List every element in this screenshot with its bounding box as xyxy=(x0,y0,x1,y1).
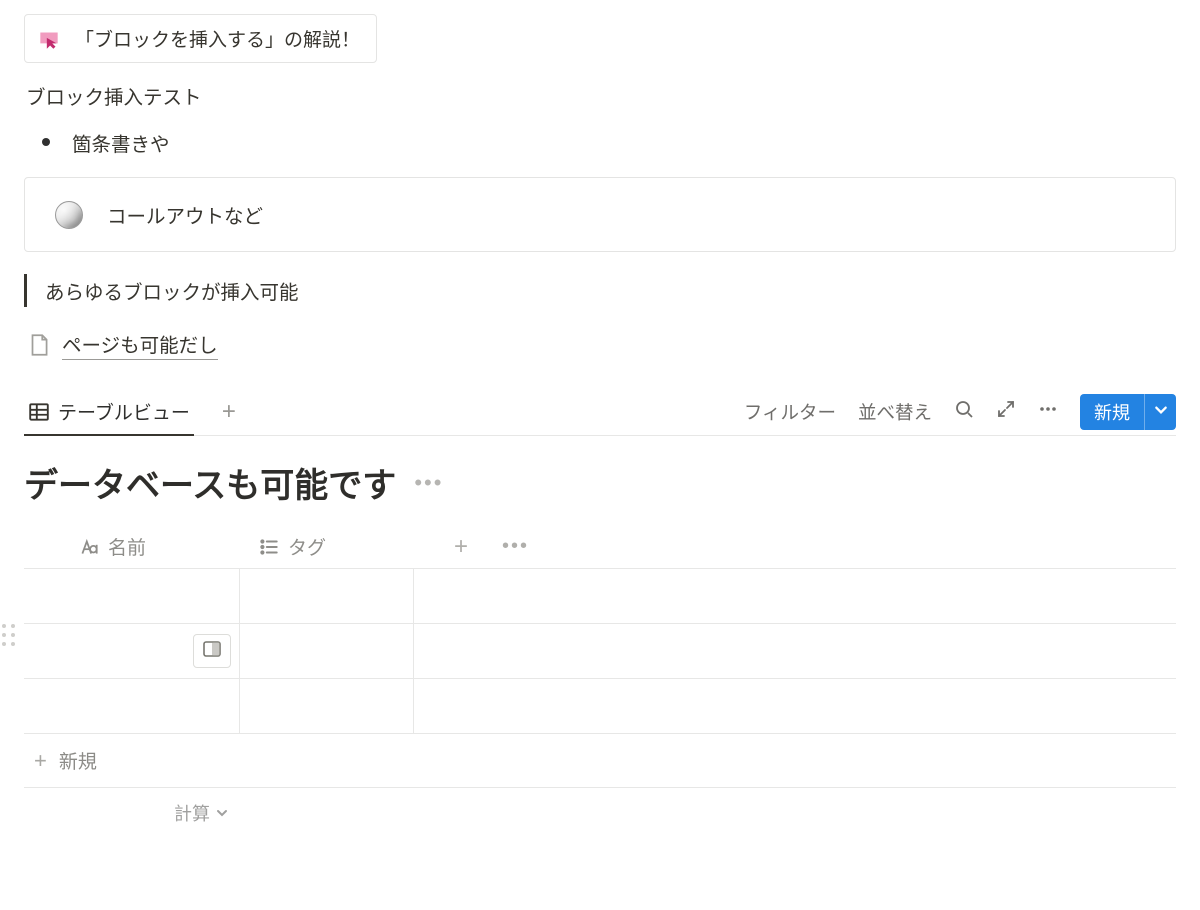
column-header-name[interactable]: 名前 xyxy=(24,533,240,560)
callout-block[interactable]: コールアウトなど xyxy=(24,177,1176,252)
search-icon xyxy=(954,399,974,424)
cell-tag[interactable] xyxy=(240,679,414,733)
paragraph[interactable]: ブロック挿入テスト xyxy=(26,81,1176,110)
tab-label: テーブルビュー xyxy=(58,398,190,425)
search-button[interactable] xyxy=(954,399,974,424)
column-header-tag[interactable]: タグ xyxy=(240,533,414,560)
more-icon xyxy=(1038,399,1058,424)
more-button[interactable] xyxy=(1038,399,1058,424)
cell-rest xyxy=(414,624,1176,678)
table-row[interactable] xyxy=(24,569,1176,624)
cell-rest xyxy=(414,569,1176,623)
cell-tag[interactable] xyxy=(240,624,414,678)
new-button-dropdown[interactable] xyxy=(1144,394,1176,430)
table-calc-row: 計算 xyxy=(24,788,1176,838)
page-link-block[interactable]: 「ブロックを挿入する」の解説！ xyxy=(24,14,377,63)
table-row[interactable] xyxy=(24,624,1176,679)
cell-tag[interactable] xyxy=(240,569,414,623)
multiselect-property-icon xyxy=(258,536,280,558)
plus-icon: + xyxy=(34,750,47,772)
expand-icon xyxy=(996,399,1016,424)
expand-button[interactable] xyxy=(996,399,1016,424)
quote-block[interactable]: あらゆるブロックが挿入可能 xyxy=(24,274,1176,307)
document-icon xyxy=(26,332,52,358)
open-side-peek-button[interactable] xyxy=(193,634,231,668)
database-title[interactable]: データベースも可能です xyxy=(24,458,396,507)
calc-cell[interactable]: 計算 xyxy=(24,800,240,826)
filter-button[interactable]: フィルター xyxy=(744,399,836,425)
column-tag-label: タグ xyxy=(288,533,326,560)
page-link-text: 「ブロックを挿入する」の解説！ xyxy=(75,25,360,52)
bullet-item[interactable]: 箇条書きや xyxy=(42,128,1176,157)
calc-label: 計算 xyxy=(174,800,210,826)
table-icon xyxy=(28,401,50,423)
chevron-down-icon xyxy=(216,803,228,824)
database-title-row: データベースも可能です ••• xyxy=(24,458,1176,507)
add-row-button[interactable]: + 新規 xyxy=(24,734,1176,788)
chevron-down-icon xyxy=(1154,401,1168,422)
cursor-click-icon xyxy=(35,28,63,50)
subpage-text: ページも可能だし xyxy=(62,329,218,360)
sort-button[interactable]: 並べ替え xyxy=(858,399,932,425)
new-button[interactable]: 新規 xyxy=(1080,394,1176,430)
add-view-button[interactable]: + xyxy=(216,400,242,424)
cell-name[interactable] xyxy=(24,624,240,678)
table-row[interactable] xyxy=(24,679,1176,734)
side-peek-icon xyxy=(202,640,222,663)
bullet-text: 箇条書きや xyxy=(72,128,170,157)
add-row-label: 新規 xyxy=(59,747,97,774)
database-views-bar: テーブルビュー + フィルター 並べ替え 新規 xyxy=(24,388,1176,436)
columns-more-button[interactable]: ••• xyxy=(502,535,529,558)
cell-name[interactable] xyxy=(24,679,240,733)
column-name-label: 名前 xyxy=(108,533,146,560)
cell-name[interactable] xyxy=(24,569,240,623)
title-property-icon xyxy=(78,536,100,558)
bullet-dot-icon xyxy=(42,138,50,146)
add-column-button[interactable]: + xyxy=(454,535,468,559)
table-header-row: 名前 タグ + ••• xyxy=(24,525,1176,569)
subpage-link[interactable]: ページも可能だし xyxy=(26,329,1176,360)
callout-text: コールアウトなど xyxy=(107,200,263,229)
new-button-label: 新規 xyxy=(1080,394,1144,430)
drag-handle-icon[interactable] xyxy=(2,624,16,648)
cell-rest xyxy=(414,679,1176,733)
callout-emoji-icon[interactable] xyxy=(55,201,83,229)
tab-table-view[interactable]: テーブルビュー xyxy=(24,388,194,435)
database-table: 名前 タグ + ••• xyxy=(24,525,1176,838)
database-title-more[interactable]: ••• xyxy=(414,470,443,496)
